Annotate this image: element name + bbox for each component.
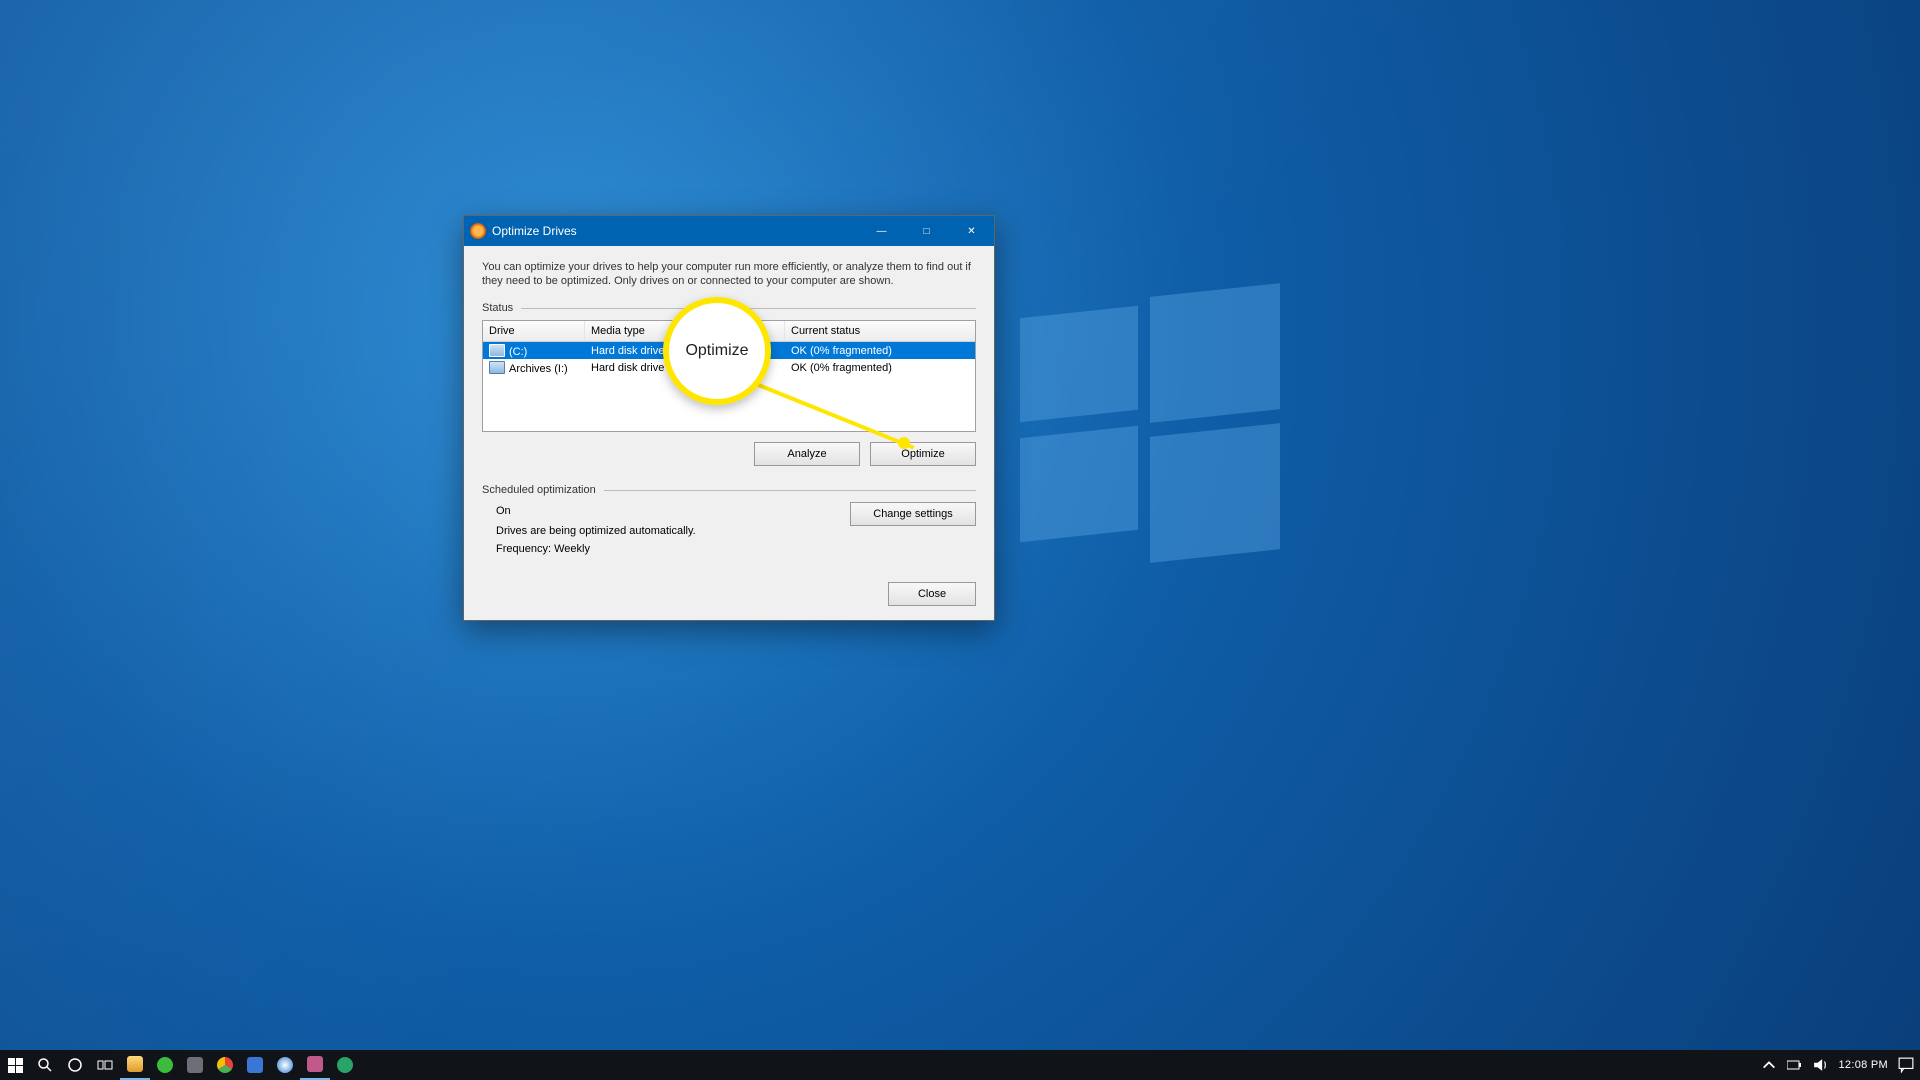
app-icon	[470, 223, 486, 239]
change-settings-button[interactable]: Change settings	[850, 502, 976, 526]
schedule-section-label: Scheduled optimization	[482, 484, 976, 496]
taskbar-app-5[interactable]	[240, 1050, 270, 1080]
header-status[interactable]: Current status	[785, 321, 975, 341]
callout-dot	[898, 437, 910, 449]
optimize-drives-dialog: Optimize Drives ― □ ✕ You can optimize y…	[463, 215, 995, 621]
header-drive[interactable]: Drive	[483, 321, 585, 341]
close-button[interactable]: ✕	[949, 216, 994, 246]
cortana-button[interactable]	[60, 1050, 90, 1080]
app-icon	[277, 1057, 293, 1073]
volume-icon[interactable]	[1813, 1057, 1829, 1073]
taskbar-app-3[interactable]	[180, 1050, 210, 1080]
taskbar-app-8[interactable]	[330, 1050, 360, 1080]
app-icon	[187, 1057, 203, 1073]
schedule-desc: Drives are being optimized automatically…	[496, 522, 696, 540]
search-icon	[37, 1057, 53, 1073]
taskbar-clock[interactable]: 12:08 PM	[1839, 1059, 1888, 1071]
start-button[interactable]	[0, 1050, 30, 1080]
callout-label: Optimize	[685, 342, 748, 360]
search-button[interactable]	[30, 1050, 60, 1080]
windows-icon	[8, 1058, 23, 1073]
app-icon	[307, 1056, 323, 1072]
window-title: Optimize Drives	[492, 224, 577, 238]
task-view-icon	[97, 1057, 113, 1073]
titlebar[interactable]: Optimize Drives ― □ ✕	[464, 216, 994, 246]
status-label-text: Status	[482, 302, 513, 314]
action-center-icon[interactable]	[1898, 1057, 1914, 1073]
drive-icon	[489, 344, 505, 357]
taskbar[interactable]: 12:08 PM	[0, 1050, 1920, 1080]
desktop: Optimize Drives ― □ ✕ You can optimize y…	[0, 0, 1920, 1080]
taskbar-app-explorer[interactable]	[120, 1050, 150, 1080]
drive-icon	[489, 361, 505, 374]
battery-icon[interactable]	[1787, 1057, 1803, 1073]
taskbar-app-chrome[interactable]	[210, 1050, 240, 1080]
app-icon	[337, 1057, 353, 1073]
taskbar-app-6[interactable]	[270, 1050, 300, 1080]
drive-name: Archives (I:)	[509, 363, 568, 375]
app-icon	[157, 1057, 173, 1073]
analyze-button[interactable]: Analyze	[754, 442, 860, 466]
app-icon	[247, 1057, 263, 1073]
taskbar-app-7[interactable]	[300, 1050, 330, 1080]
drive-status: OK (0% fragmented)	[785, 345, 975, 357]
chrome-icon	[217, 1057, 233, 1073]
schedule-label-text: Scheduled optimization	[482, 484, 596, 496]
schedule-frequency: Frequency: Weekly	[496, 540, 696, 558]
drive-status: OK (0% fragmented)	[785, 362, 975, 374]
maximize-button[interactable]: □	[904, 216, 949, 246]
schedule-state: On	[496, 502, 696, 520]
windows-logo-wallpaper	[1020, 290, 1280, 550]
tray-chevron-icon[interactable]	[1761, 1057, 1777, 1073]
taskbar-app-2[interactable]	[150, 1050, 180, 1080]
close-dialog-button[interactable]: Close	[888, 582, 976, 606]
task-view-button[interactable]	[90, 1050, 120, 1080]
optimize-button[interactable]: Optimize	[870, 442, 976, 466]
callout-circle: Optimize	[663, 297, 771, 405]
circle-icon	[67, 1057, 83, 1073]
description-text: You can optimize your drives to help you…	[482, 260, 976, 288]
folder-icon	[127, 1056, 143, 1072]
minimize-button[interactable]: ―	[859, 216, 904, 246]
drive-name: (C:)	[509, 346, 527, 358]
